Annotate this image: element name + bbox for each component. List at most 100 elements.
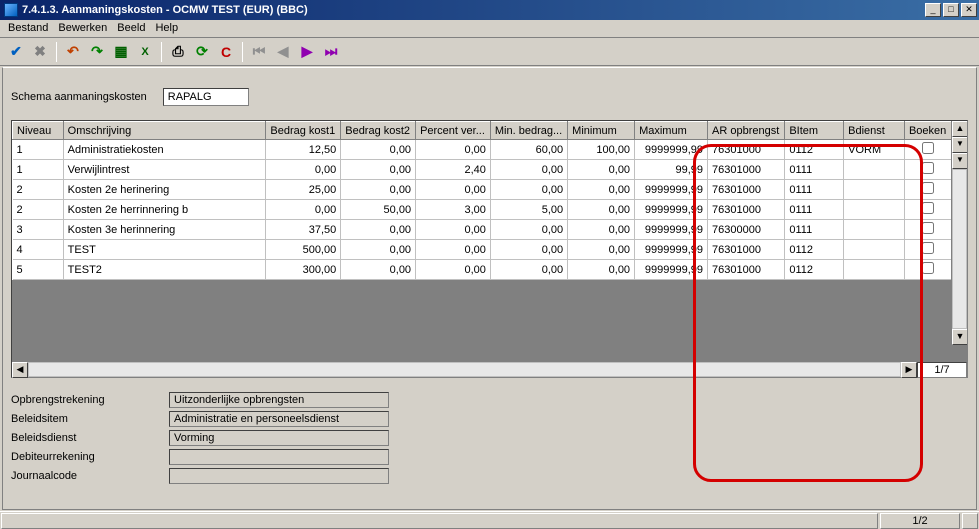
cell-maximum[interactable]: 9999999,99 bbox=[635, 200, 708, 220]
cell-percent[interactable]: 0,00 bbox=[416, 260, 491, 280]
scroll-down-icon[interactable]: ▼ bbox=[952, 329, 967, 345]
boeken-checkbox[interactable] bbox=[922, 242, 934, 254]
cell-bdienst[interactable] bbox=[844, 200, 905, 220]
cell-percent[interactable]: 3,00 bbox=[416, 200, 491, 220]
cell-bitem[interactable]: 0112 bbox=[785, 140, 844, 160]
cell-maximum[interactable]: 9999999,99 bbox=[635, 260, 708, 280]
cell-niveau[interactable]: 3 bbox=[13, 220, 64, 240]
cell-bedrag1[interactable]: 25,00 bbox=[266, 180, 341, 200]
cell-minimum[interactable]: 0,00 bbox=[568, 260, 635, 280]
nav-next-icon[interactable]: ▶ bbox=[297, 42, 317, 62]
cell-omschrijving[interactable]: Kosten 2e herrinnering b bbox=[63, 200, 266, 220]
boeken-checkbox[interactable] bbox=[922, 262, 934, 274]
undo-icon[interactable]: ↶ bbox=[63, 42, 83, 62]
cell-bdienst[interactable] bbox=[844, 240, 905, 260]
menu-beeld[interactable]: Beeld bbox=[117, 22, 145, 35]
scroll-up-icon[interactable]: ▲ bbox=[952, 121, 967, 137]
cell-bitem[interactable]: 0111 bbox=[785, 160, 844, 180]
cell-bedrag2[interactable]: 0,00 bbox=[341, 240, 416, 260]
cell-bedrag2[interactable]: 50,00 bbox=[341, 200, 416, 220]
redo-icon[interactable]: ↷ bbox=[87, 42, 107, 62]
grid-icon[interactable]: ▦ bbox=[111, 42, 131, 62]
cell-minimum[interactable]: 0,00 bbox=[568, 240, 635, 260]
cell-niveau[interactable]: 4 bbox=[13, 240, 64, 260]
opbrengstrekening-field[interactable]: Uitzonderlijke opbrengsten bbox=[169, 392, 389, 408]
col-boeken[interactable]: Boeken bbox=[904, 122, 951, 140]
cell-maximum[interactable]: 99,99 bbox=[635, 160, 708, 180]
grid-vscrollbar[interactable]: ▲ ▼ ▼ ▼ bbox=[951, 121, 967, 345]
cell-bedrag1[interactable]: 300,00 bbox=[266, 260, 341, 280]
cell-maximum[interactable]: 9999999,99 bbox=[635, 220, 708, 240]
cell-boeken[interactable] bbox=[904, 140, 951, 160]
col-bdienst[interactable]: Bdienst bbox=[844, 122, 905, 140]
cell-boeken[interactable] bbox=[904, 160, 951, 180]
cell-minbedrag[interactable]: 0,00 bbox=[490, 180, 567, 200]
cell-boeken[interactable] bbox=[904, 180, 951, 200]
cell-minbedrag[interactable]: 0,00 bbox=[490, 220, 567, 240]
grid-hscrollbar[interactable]: ◀ ▶ 1/7 bbox=[12, 361, 967, 377]
col-percent[interactable]: Percent ver... bbox=[416, 122, 491, 140]
cell-aropbrengst[interactable]: 76301000 bbox=[708, 200, 785, 220]
cell-minbedrag[interactable]: 60,00 bbox=[490, 140, 567, 160]
cell-aropbrengst[interactable]: 76301000 bbox=[708, 240, 785, 260]
beleidsitem-field[interactable]: Administratie en personeelsdienst bbox=[169, 411, 389, 427]
cell-aropbrengst[interactable]: 76301000 bbox=[708, 160, 785, 180]
cell-bdienst[interactable] bbox=[844, 220, 905, 240]
cell-percent[interactable]: 0,00 bbox=[416, 220, 491, 240]
cell-percent[interactable]: 0,00 bbox=[416, 180, 491, 200]
table-row[interactable]: 1Verwijlintrest0,000,002,400,000,0099,99… bbox=[13, 160, 952, 180]
cell-bitem[interactable]: 0112 bbox=[785, 260, 844, 280]
cell-minbedrag[interactable]: 5,00 bbox=[490, 200, 567, 220]
col-bedrag2[interactable]: Bedrag kost2 bbox=[341, 122, 416, 140]
table-row[interactable]: 2Kosten 2e herinering25,000,000,000,000,… bbox=[13, 180, 952, 200]
nav-first-icon[interactable]: ⏮ bbox=[249, 42, 269, 62]
cell-bedrag1[interactable]: 0,00 bbox=[266, 160, 341, 180]
cell-boeken[interactable] bbox=[904, 200, 951, 220]
cell-omschrijving[interactable]: Verwijlintrest bbox=[63, 160, 266, 180]
cell-bedrag1[interactable]: 500,00 bbox=[266, 240, 341, 260]
cell-bedrag2[interactable]: 0,00 bbox=[341, 260, 416, 280]
debiteurrekening-field[interactable] bbox=[169, 449, 389, 465]
cell-bitem[interactable]: 0111 bbox=[785, 200, 844, 220]
col-minbedrag[interactable]: Min. bedrag... bbox=[490, 122, 567, 140]
cell-niveau[interactable]: 5 bbox=[13, 260, 64, 280]
boeken-checkbox[interactable] bbox=[922, 162, 934, 174]
vscroll-track[interactable] bbox=[952, 169, 967, 329]
cell-aropbrengst[interactable]: 76301000 bbox=[708, 180, 785, 200]
cell-bedrag2[interactable]: 0,00 bbox=[341, 180, 416, 200]
cell-bitem[interactable]: 0111 bbox=[785, 180, 844, 200]
table-row[interactable]: 5TEST2300,000,000,000,000,009999999,9976… bbox=[13, 260, 952, 280]
cell-boeken[interactable] bbox=[904, 220, 951, 240]
cell-minbedrag[interactable]: 0,00 bbox=[490, 260, 567, 280]
cell-boeken[interactable] bbox=[904, 240, 951, 260]
cell-bedrag2[interactable]: 0,00 bbox=[341, 140, 416, 160]
cell-percent[interactable]: 0,00 bbox=[416, 240, 491, 260]
cell-percent[interactable]: 0,00 bbox=[416, 140, 491, 160]
cell-omschrijving[interactable]: Kosten 3e herinnering bbox=[63, 220, 266, 240]
nav-prev-icon[interactable]: ◀ bbox=[273, 42, 293, 62]
cell-bedrag1[interactable]: 12,50 bbox=[266, 140, 341, 160]
cell-bdienst[interactable] bbox=[844, 160, 905, 180]
col-bedrag1[interactable]: Bedrag kost1 bbox=[266, 122, 341, 140]
cell-minbedrag[interactable]: 0,00 bbox=[490, 240, 567, 260]
col-maximum[interactable]: Maximum bbox=[635, 122, 708, 140]
scroll-right-icon[interactable]: ▶ bbox=[901, 362, 917, 378]
cell-niveau[interactable]: 2 bbox=[13, 180, 64, 200]
cell-minimum[interactable]: 100,00 bbox=[568, 140, 635, 160]
col-aropbrengst[interactable]: AR opbrengst bbox=[708, 122, 785, 140]
beleidsdienst-field[interactable]: Vorming bbox=[169, 430, 389, 446]
cell-maximum[interactable]: 9999999,99 bbox=[635, 240, 708, 260]
cell-omschrijving[interactable]: TEST2 bbox=[63, 260, 266, 280]
table-row[interactable]: 4TEST500,000,000,000,000,009999999,99763… bbox=[13, 240, 952, 260]
table-row[interactable]: 1Administratiekosten12,500,000,0060,0010… bbox=[13, 140, 952, 160]
minimize-button[interactable]: _ bbox=[925, 3, 941, 17]
close-button[interactable]: ✕ bbox=[961, 3, 977, 17]
cell-omschrijving[interactable]: Administratiekosten bbox=[63, 140, 266, 160]
menu-bestand[interactable]: Bestand bbox=[8, 22, 48, 35]
scroll-down-icon[interactable]: ▼ bbox=[952, 137, 967, 153]
confirm-icon[interactable]: ✔ bbox=[6, 42, 26, 62]
boeken-checkbox[interactable] bbox=[922, 222, 934, 234]
nav-last-icon[interactable]: ⏭ bbox=[321, 42, 341, 62]
schema-input[interactable] bbox=[163, 88, 249, 106]
cell-bedrag1[interactable]: 0,00 bbox=[266, 200, 341, 220]
